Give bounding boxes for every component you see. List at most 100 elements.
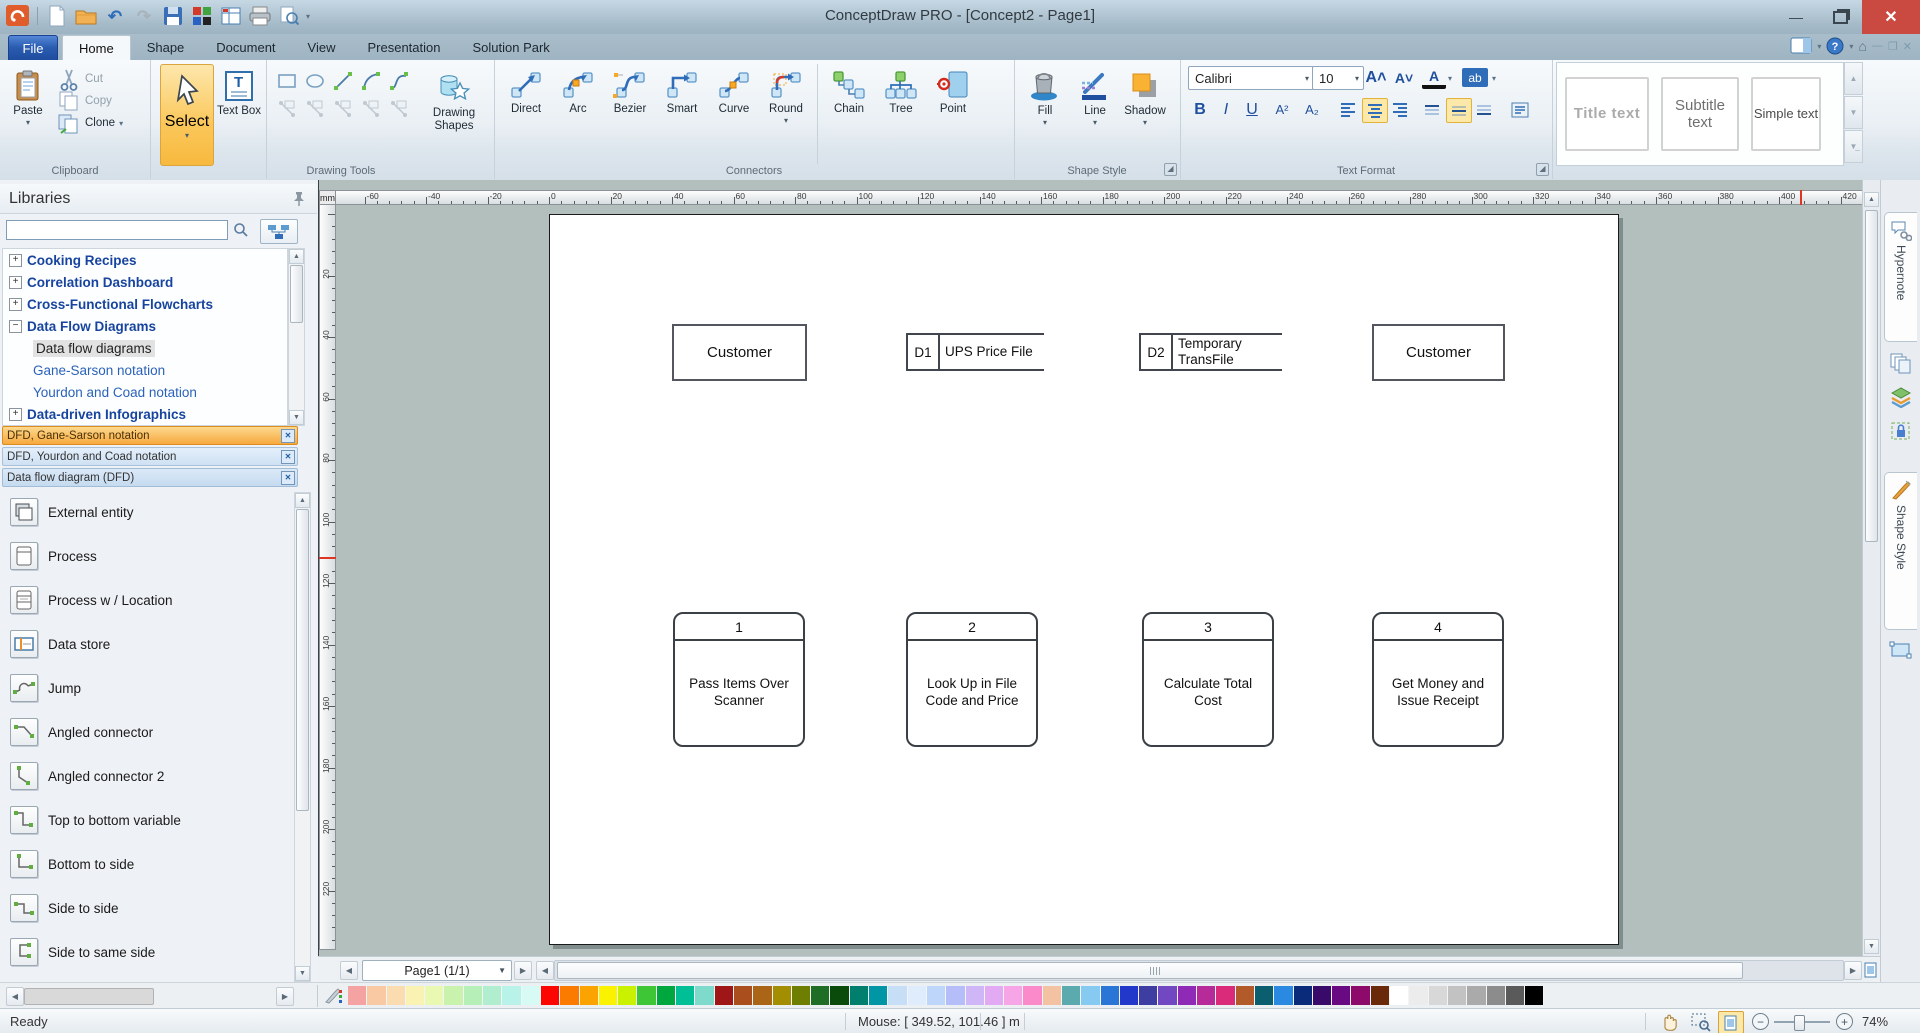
color-swatch[interactable]: [1255, 986, 1274, 1005]
text-direction-button[interactable]: [1508, 98, 1532, 121]
close-library-icon[interactable]: ✕: [281, 429, 295, 443]
connector-arc-button[interactable]: Arc: [552, 64, 604, 162]
drawing-shapes-button[interactable]: Drawing Shapes: [422, 64, 486, 162]
zoom-in-button[interactable]: +: [1836, 1013, 1853, 1030]
align-center-button[interactable]: [1362, 98, 1388, 123]
color-swatch[interactable]: [1043, 986, 1062, 1005]
zoom-slider-thumb[interactable]: [1794, 1015, 1805, 1031]
color-swatch[interactable]: [1197, 986, 1216, 1005]
font-color-arrow[interactable]: ▾: [1448, 74, 1452, 83]
color-swatch[interactable]: [830, 986, 849, 1005]
connector-smart-button[interactable]: Smart: [656, 64, 708, 162]
library-bar-dfd-gane-sarson-notation[interactable]: DFD, Gane-Sarson notation✕: [2, 426, 298, 445]
connector-round-button[interactable]: Round▾: [760, 64, 812, 162]
restore-button[interactable]: [1818, 0, 1862, 34]
color-swatch[interactable]: [599, 986, 618, 1005]
tab-document[interactable]: Document: [200, 35, 291, 60]
tree-scroll-up[interactable]: ▲: [289, 249, 304, 264]
panel-hscroll-left[interactable]: ◀: [6, 987, 24, 1006]
dfd-datastore-D1[interactable]: D1 UPS Price File: [906, 333, 1044, 371]
tree-scrollbar[interactable]: ▲ ▼: [288, 248, 305, 426]
ellipse-tool-icon[interactable]: [302, 68, 328, 94]
tab-view[interactable]: View: [292, 35, 352, 60]
library-tree-view-button[interactable]: [260, 219, 298, 244]
library-shape-process-w-location[interactable]: Process w / Location: [0, 578, 290, 622]
text-box-button[interactable]: T Text Box: [216, 64, 262, 162]
color-swatch[interactable]: [753, 986, 772, 1005]
color-swatch[interactable]: [580, 986, 599, 1005]
text-style-subtitle-text[interactable]: Subtitle text: [1661, 77, 1739, 151]
tree-item-data-flow-diagrams[interactable]: Data flow diagrams: [3, 337, 287, 359]
color-swatch[interactable]: [387, 986, 406, 1005]
library-bar-data-flow-diagram-dfd[interactable]: Data flow diagram (DFD)✕: [2, 468, 298, 487]
align-right-button[interactable]: [1388, 98, 1412, 121]
align-bottom-button[interactable]: [1472, 98, 1496, 121]
tab-presentation[interactable]: Presentation: [351, 35, 456, 60]
panel-hscroll-right[interactable]: ▶: [276, 987, 294, 1006]
hscroll-right-button[interactable]: ▶: [1844, 961, 1862, 980]
no-fill-icon[interactable]: [323, 986, 343, 1006]
color-swatch[interactable]: [888, 986, 907, 1005]
color-swatch[interactable]: [946, 986, 965, 1005]
color-swatch[interactable]: [1390, 986, 1409, 1005]
shape-list-scroll-up[interactable]: ▲: [295, 493, 310, 508]
color-swatch[interactable]: [869, 986, 888, 1005]
close-button[interactable]: ✕: [1862, 0, 1920, 34]
italic-button[interactable]: I: [1214, 98, 1238, 121]
shape-list-scroll-down[interactable]: ▼: [295, 966, 310, 981]
paste-button[interactable]: Paste ▾: [6, 64, 50, 162]
library-bar-dfd-yourdon-and-coad-notation[interactable]: DFD, Yourdon and Coad notation✕: [2, 447, 298, 466]
connector-tree-button[interactable]: Tree: [875, 64, 927, 162]
child-minimize-icon[interactable]: —: [1872, 40, 1883, 52]
search-icon[interactable]: [233, 222, 249, 238]
fill-button[interactable]: Fill▾: [1020, 64, 1070, 162]
canvas-horizontal-scrollbar[interactable]: [554, 960, 1844, 981]
color-swatch[interactable]: [1506, 986, 1525, 1005]
subscript-button[interactable]: A₂: [1300, 98, 1324, 121]
color-swatch[interactable]: [927, 986, 946, 1005]
color-swatch[interactable]: [1081, 986, 1100, 1005]
library-search-input[interactable]: [6, 220, 228, 240]
gallery-scroll-down[interactable]: ▼: [1844, 96, 1863, 129]
shape-list-scroll-thumb[interactable]: [296, 509, 309, 811]
fit-corner-button[interactable]: [1862, 956, 1880, 983]
shrink-font-button[interactable]: A˅: [1392, 66, 1416, 89]
page-selector[interactable]: Page1 (1/1)▼: [362, 960, 512, 981]
library-shape-angled-connector-2[interactable]: Angled connector 2: [0, 754, 290, 798]
dfd-datastore-D2[interactable]: D2 Temporary TransFile: [1139, 333, 1282, 371]
tree-item-cooking-recipes[interactable]: +Cooking Recipes: [3, 249, 287, 271]
fit-to-page-button[interactable]: [1718, 1011, 1744, 1033]
color-swatch[interactable]: [1429, 986, 1448, 1005]
align-middle-button[interactable]: [1446, 98, 1472, 123]
color-swatch[interactable]: [676, 986, 695, 1005]
dfd-process-3[interactable]: 3 Calculate Total Cost: [1142, 612, 1274, 747]
panels-icon[interactable]: [1790, 37, 1812, 55]
curve-tool-icon[interactable]: [386, 68, 412, 94]
color-swatch[interactable]: [348, 986, 367, 1005]
line-tool-icon[interactable]: [330, 68, 356, 94]
color-swatch[interactable]: [908, 986, 927, 1005]
color-swatch[interactable]: [541, 986, 560, 1005]
color-swatch[interactable]: [406, 986, 425, 1005]
connector-chain-button[interactable]: Chain: [823, 64, 875, 162]
panel-hscroll-thumb[interactable]: [24, 988, 154, 1005]
text-style-simple-text[interactable]: Simple text: [1751, 77, 1821, 151]
panels-dropdown-arrow[interactable]: ▾: [1817, 42, 1821, 51]
color-swatch[interactable]: [1294, 986, 1313, 1005]
color-swatch[interactable]: [966, 986, 985, 1005]
color-swatch[interactable]: [483, 986, 502, 1005]
color-swatch[interactable]: [1236, 986, 1255, 1005]
tab-shape[interactable]: Shape: [131, 35, 201, 60]
help-dropdown-arrow[interactable]: ▾: [1849, 42, 1853, 51]
dfd-process-4[interactable]: 4 Get Money and Issue Receipt: [1372, 612, 1504, 747]
color-swatch[interactable]: [1448, 986, 1467, 1005]
tree-item-yourdon-and-coad-notation[interactable]: Yourdon and Coad notation: [3, 381, 287, 403]
gallery-more-button[interactable]: ▼̲: [1844, 130, 1863, 163]
color-swatch[interactable]: [502, 986, 521, 1005]
library-shape-top-to-bottom-variable[interactable]: Top to bottom variable: [0, 798, 290, 842]
library-shape-angled-connector[interactable]: Angled connector: [0, 710, 290, 754]
tree-scroll-down[interactable]: ▼: [289, 410, 304, 425]
expand-icon[interactable]: +: [9, 298, 22, 311]
connector-point-button[interactable]: Point: [927, 64, 979, 162]
gallery-scroll-up[interactable]: ▲: [1844, 62, 1863, 95]
